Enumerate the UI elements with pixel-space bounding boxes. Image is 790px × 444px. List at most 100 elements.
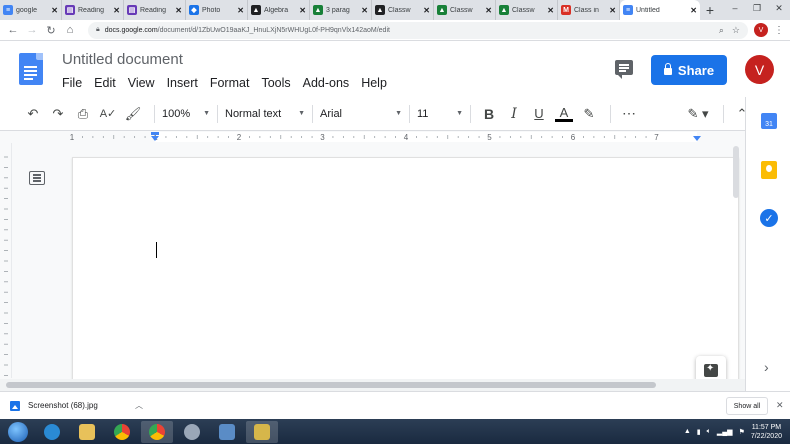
keep-icon[interactable] [761,161,777,179]
tab-close-icon[interactable]: ✕ [690,6,697,15]
tab-close-icon[interactable]: ✕ [113,6,120,15]
zoom-icon[interactable]: ⌕ [719,25,724,36]
redo-icon[interactable]: ↷ [47,103,69,125]
docs-logo-icon[interactable] [19,53,43,85]
zoom-select[interactable]: 100% ▼ [162,103,210,125]
font-select[interactable]: Arial ▼ [320,103,402,125]
calendar-icon[interactable]: 31 [761,113,777,129]
browser-tab[interactable]: ▤ Reading ✕ [62,0,124,20]
taskbar-chrome-profile[interactable] [141,420,173,443]
tab-close-icon[interactable]: ✕ [237,6,244,15]
browser-profile-avatar[interactable]: V [754,23,768,37]
tab-close-icon[interactable]: ✕ [609,6,616,15]
new-tab-button[interactable]: + [700,0,720,20]
taskbar-explorer[interactable] [71,421,103,443]
volume-icon[interactable]: 🔈︎ [707,428,711,436]
tab-close-icon[interactable]: ✕ [361,6,368,15]
tab-close-icon[interactable]: ✕ [175,6,182,15]
bold-button[interactable]: B [478,103,500,125]
paint-format-icon[interactable]: 🖌︎ [122,103,144,125]
vertical-ruler[interactable] [0,143,12,378]
horizontal-ruler[interactable]: 11234567 [0,131,745,143]
browser-tab[interactable]: ▲ 3 parag ✕ [310,0,372,20]
tasks-icon[interactable]: ✓ [760,209,778,227]
horizontal-scrollbar[interactable] [6,382,656,388]
menu-format[interactable]: Format [210,76,250,90]
menu-file[interactable]: File [62,76,82,90]
underline-button[interactable]: U [528,103,550,125]
show-all-button[interactable]: Show all [726,397,768,415]
tab-title: Classw [388,6,411,14]
text-color-label: A [559,105,569,120]
document-outline-icon[interactable] [29,171,45,185]
menu-insert[interactable]: Insert [167,76,198,90]
spellcheck-icon[interactable]: A✓ [97,103,119,125]
maximize-button[interactable]: ❐ [746,0,768,16]
minimize-button[interactable]: – [724,0,746,16]
taskbar-app-5[interactable] [176,421,208,443]
browser-tab[interactable]: ▲ Classw ✕ [496,0,558,20]
tab-close-icon[interactable]: ✕ [423,6,430,15]
tab-title: Reading [78,6,105,14]
browser-tab[interactable]: ▤ Reading ✕ [124,0,186,20]
tab-close-icon[interactable]: ✕ [485,6,492,15]
tab-close-icon[interactable]: ✕ [299,6,306,15]
taskbar-app-6[interactable] [211,421,243,443]
home-icon[interactable]: ⌂ [63,24,77,36]
browser-tab[interactable]: ▲ Classw ✕ [372,0,434,20]
taskbar-app-7[interactable] [246,420,278,443]
tab-favicon-icon: ≡ [3,5,13,15]
undo-icon[interactable]: ↶ [22,103,44,125]
browser-tab[interactable]: ▲ Classw ✕ [434,0,496,20]
show-hidden-icons-icon[interactable]: ▲ [684,428,691,435]
explore-icon [704,363,718,377]
vertical-scrollbar[interactable] [733,146,739,198]
signal-icon[interactable]: ▂▄▆ [717,428,733,436]
menu-help[interactable]: Help [361,76,387,90]
lock-icon[interactable]: 🔒︎ [96,26,100,34]
document-page[interactable] [72,157,739,379]
taskbar-chrome[interactable] [106,421,138,443]
menu-view[interactable]: View [128,76,155,90]
browser-tab[interactable]: M Class in ✕ [558,0,620,20]
editing-mode-icon[interactable]: ✎ ▾ [683,103,713,125]
document-title[interactable]: Untitled document [62,51,183,68]
back-icon[interactable]: ← [6,24,20,36]
forward-icon[interactable]: → [25,24,39,36]
menu-tools[interactable]: Tools [261,76,290,90]
chrome-icon [114,423,130,440]
browser-tab[interactable]: ≡ google ✕ [0,0,62,20]
italic-button[interactable]: I [503,103,525,125]
highlight-pen-icon[interactable]: ✎ [578,103,600,125]
browser-tab[interactable]: ◆ Photo ✕ [186,0,248,20]
flag-icon[interactable]: ⚑ [739,428,745,436]
close-window-button[interactable]: ✕ [768,0,790,16]
print-icon[interactable]: ⎙ [72,103,94,125]
close-icon[interactable]: ✕ [776,400,784,411]
start-button[interactable] [0,419,36,444]
account-avatar[interactable]: V [745,55,774,84]
comment-history-icon[interactable] [615,60,633,79]
tab-close-icon[interactable]: ✕ [547,6,554,15]
expand-side-panel-icon[interactable]: › [764,359,769,375]
download-item[interactable]: Screenshot (68).jpg [10,400,135,411]
browser-tab[interactable]: ≡ Untitled ✕ [620,0,700,20]
menu-add-ons[interactable]: Add-ons [303,76,350,90]
first-line-indent-marker[interactable] [151,132,159,135]
more-options-button[interactable]: ⋯ [618,103,640,125]
taskbar-ie[interactable] [36,421,68,443]
browser-tab[interactable]: ▲ Algebra ✕ [248,0,310,20]
chevron-up-icon[interactable]: ︿ [135,400,143,411]
bookmark-star-icon[interactable]: ☆ [732,25,740,36]
paragraph-style-select[interactable]: Normal text ▼ [225,103,305,125]
tab-close-icon[interactable]: ✕ [51,6,58,15]
url-input[interactable]: 🔒︎ docs.google.com/document/d/1ZbUwO19aa… [88,21,748,39]
network-icon[interactable]: ▮ [697,428,701,436]
menu-edit[interactable]: Edit [94,76,116,90]
text-color-button[interactable]: A [553,103,575,125]
font-size-select[interactable]: 11 ▼ [417,103,463,125]
reload-icon[interactable]: ↻ [44,24,58,37]
share-button[interactable]: Share [651,55,727,85]
browser-menu-icon[interactable]: ⋮ [774,25,784,36]
system-clock[interactable]: 11:57 PM 7/22/2020 [751,423,782,441]
